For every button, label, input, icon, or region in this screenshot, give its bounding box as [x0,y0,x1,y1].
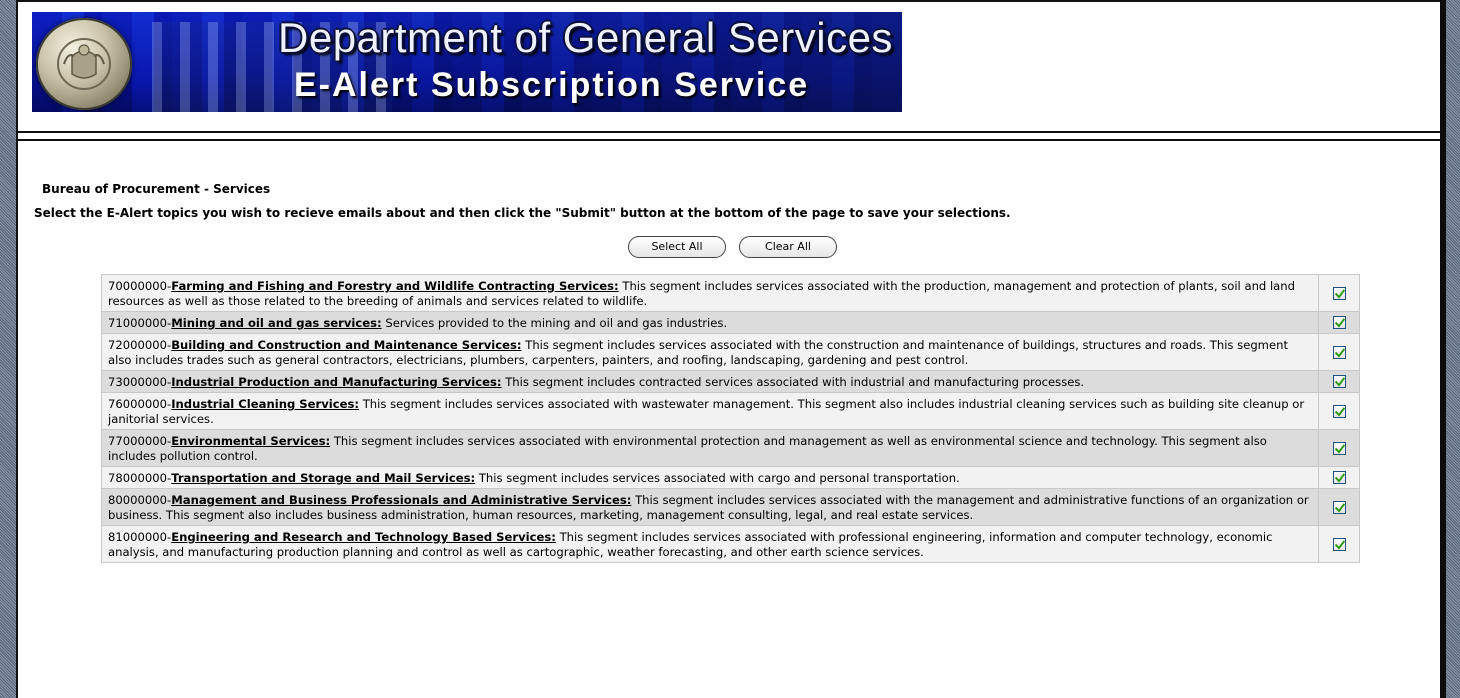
topic-checkbox-cell [1318,274,1360,312]
checkmark-icon [1334,539,1345,549]
topic-code: 80000000- [108,493,172,507]
topic-code: 78000000- [108,471,172,485]
topic-checkbox-cell [1318,311,1360,334]
topic-name-link[interactable]: Environmental Services: [171,434,330,448]
banner-subtitle: E-Alert Subscription Service [294,66,810,104]
topic-description: This segment includes services associate… [475,471,960,485]
checkmark-icon [1334,318,1345,328]
topic-row: 77000000-Environmental Services: This se… [101,429,1360,467]
header-banner: Department of General Services E-Alert S… [32,12,902,112]
topic-description: This segment includes contracted service… [501,375,1085,389]
topic-checkbox-cell [1318,429,1360,467]
topic-code: 72000000- [108,338,172,352]
topic-row: 78000000-Transportation and Storage and … [101,466,1360,489]
topic-description-cell: 71000000-Mining and oil and gas services… [101,311,1319,334]
topic-row: 71000000-Mining and oil and gas services… [101,311,1360,334]
topic-checkbox[interactable] [1332,375,1346,388]
header-divider-top [18,131,1440,133]
topic-name-link[interactable]: Farming and Fishing and Forestry and Wil… [171,279,618,293]
topic-description-cell: 76000000-Industrial Cleaning Services: T… [101,392,1319,430]
topic-code: 81000000- [108,530,172,544]
header-divider-bottom [18,139,1440,141]
checkmark-icon [1334,473,1345,483]
topic-name-link[interactable]: Mining and oil and gas services: [171,316,381,330]
checkmark-icon [1334,406,1345,416]
topic-checkbox-cell [1318,370,1360,393]
topic-name-link[interactable]: Management and Business Professionals an… [171,493,631,507]
topic-row: 73000000-Industrial Production and Manuf… [101,370,1360,393]
topic-checkbox[interactable] [1332,537,1346,551]
checkmark-icon [1334,443,1345,453]
topic-code: 76000000- [108,397,172,411]
topic-name-link[interactable]: Industrial Production and Manufacturing … [171,375,501,389]
topic-checkbox-cell [1318,333,1360,371]
topics-table: 70000000-Farming and Fishing and Forestr… [101,274,1360,563]
topic-checkbox[interactable] [1332,500,1346,514]
topic-row: 72000000-Building and Construction and M… [101,333,1360,371]
topic-row: 81000000-Engineering and Research and Te… [101,525,1360,563]
topic-checkbox[interactable] [1332,316,1346,329]
topic-description-cell: 70000000-Farming and Fishing and Forestr… [101,274,1319,312]
topic-description-cell: 81000000-Engineering and Research and Te… [101,525,1319,563]
select-all-button[interactable]: Select All [628,236,726,258]
topic-code: 77000000- [108,434,172,448]
topic-name-link[interactable]: Industrial Cleaning Services: [171,397,359,411]
topic-checkbox-cell [1318,392,1360,430]
topic-checkbox[interactable] [1332,404,1346,418]
topic-code: 70000000- [108,279,172,293]
topic-description-cell: 77000000-Environmental Services: This se… [101,429,1319,467]
topic-description-cell: 78000000-Transportation and Storage and … [101,466,1319,489]
checkmark-icon [1334,288,1345,298]
topic-checkbox[interactable] [1332,345,1346,359]
topic-checkbox-cell [1318,525,1360,563]
banner-title: Department of General Services [278,14,893,61]
topic-description-cell: 73000000-Industrial Production and Manuf… [101,370,1319,393]
left-background-strip [0,0,16,698]
topic-checkbox[interactable] [1332,471,1346,484]
topic-code: 71000000- [108,316,172,330]
section-title: Bureau of Procurement - Services [42,182,271,196]
topic-name-link[interactable]: Transportation and Storage and Mail Serv… [171,471,475,485]
checkmark-icon [1334,347,1345,357]
topic-code: 73000000- [108,375,172,389]
pa-state-seal-icon [36,18,132,110]
topic-checkbox-cell [1318,488,1360,526]
page-content: Department of General Services E-Alert S… [16,0,1440,698]
checkmark-icon [1334,502,1345,512]
topic-name-link[interactable]: Engineering and Research and Technology … [171,530,556,544]
topic-row: 70000000-Farming and Fishing and Forestr… [101,274,1360,312]
instructions-text: Select the E-Alert topics you wish to re… [34,206,1011,220]
checkmark-icon [1334,377,1345,387]
topic-description: Services provided to the mining and oil … [381,316,728,330]
topic-checkbox-cell [1318,466,1360,489]
topic-row: 76000000-Industrial Cleaning Services: T… [101,392,1360,430]
topic-checkbox[interactable] [1332,441,1346,455]
topic-row: 80000000-Management and Business Profess… [101,488,1360,526]
topic-name-link[interactable]: Building and Construction and Maintenanc… [171,338,521,352]
topic-description-cell: 72000000-Building and Construction and M… [101,333,1319,371]
topic-checkbox[interactable] [1332,286,1346,300]
topic-description-cell: 80000000-Management and Business Profess… [101,488,1319,526]
right-background-strip [1440,0,1460,698]
clear-all-button[interactable]: Clear All [739,236,837,258]
